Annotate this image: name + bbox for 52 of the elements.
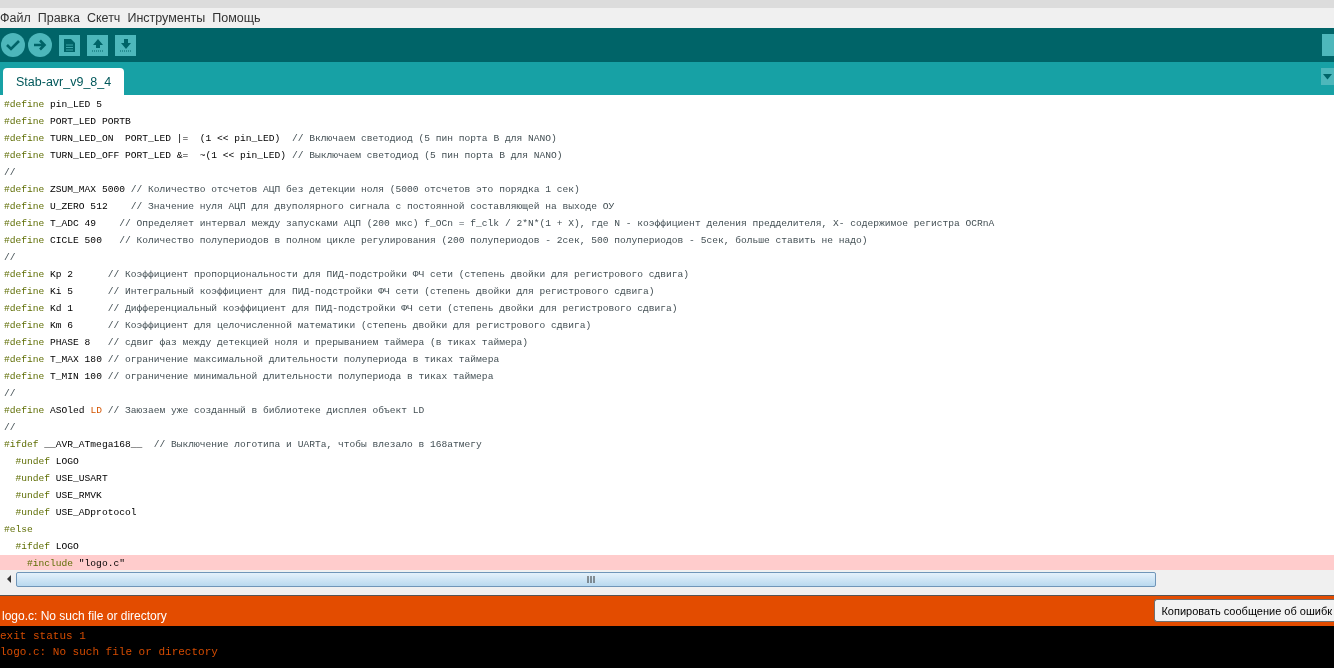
menu-item[interactable]: Правка [37, 11, 85, 25]
code-line: #define PORT_LED PORTB [3, 115, 132, 129]
code-line: #define Km 6 // Коэффициент для целочисленной математики (степень двойки для регистрового сдвига) [3, 319, 593, 333]
new-button[interactable] [59, 34, 80, 56]
tab-menu-button[interactable] [1321, 68, 1334, 85]
code-line: #define ZSUM_MAX 5000 // Количество отсчетов АЦП без детекции ноля (5000 отсчетов это порядка 1 сек) [3, 183, 581, 197]
code-line: #ifdef __AVR_ATmega168__ // Выключение логотипа и UARTa, чтобы влезало в 168атмегу [3, 438, 483, 452]
code-line: #define PHASE 8 // сдвиг фаз между детекцией ноля и прерыванием таймера (в тиках таймера) [3, 336, 529, 350]
code-line: #define ASOled LD // Заюзаем уже созданный в библиотеке дисплея объект LD [3, 404, 426, 418]
file-tab[interactable]: Stab-avr_v9_8_4 [3, 68, 125, 95]
dropdown-triangle-icon [1323, 73, 1332, 80]
menu-item[interactable]: Скетч [86, 11, 126, 25]
save-button[interactable] [115, 34, 136, 56]
code-line: // [3, 387, 17, 401]
code-line: #undef USE_ADprotocol [14, 506, 138, 520]
code-line: #ifdef LOGO [14, 540, 80, 554]
copy-error-button[interactable]: Копировать сообщение об ошибк [1154, 599, 1334, 622]
code-line: #else [3, 523, 34, 537]
code-line: // [3, 251, 17, 265]
down-arrow-icon [118, 38, 133, 52]
right-arrow-icon [33, 39, 47, 51]
code-line: #define TURN_LED_ON PORT_LED |= (1 << pin_LED) // Включаем светодиод (5 пин порта B для NANO) [3, 132, 558, 146]
code-line: #define Ki 5 // Интегральный коэффициент для ПИД-подстройки ФЧ сети (степень двойки для регистрового сдвига) [3, 285, 656, 299]
code-line: #undef USE_RMVK [14, 489, 103, 503]
code-line: #define T_ADC 49 // Определяет интервал между запусками АЦП (200 мкс) f_OCn = f_clk / 2*N*(1 + X), где N - коэффициент деления предделителя, X- содержимое регистра OCRnA [3, 217, 996, 231]
code-line: #define Kp 2 // Коэффициент пропорциональности для ПИД-подстройки ФЧ сети (степень двойки для регистрового сдвига) [3, 268, 691, 282]
menu-item[interactable]: Инструменты [127, 11, 211, 25]
menu-item[interactable]: Файл [0, 11, 36, 25]
code-line: #define T_MIN 100 // ограничение минимальной длительности полупериода в тиках таймера [3, 370, 495, 384]
splitter-bar[interactable] [0, 588, 1334, 596]
code-line: #define Kd 1 // Дифференциальный коэффициент для ПИД-подстройки ФЧ сети (степень двойки для регистрового сдвига) [3, 302, 679, 316]
code-line: #undef LOGO [14, 455, 80, 469]
upload-button[interactable] [28, 33, 52, 57]
menu-item[interactable]: Помощь [212, 11, 266, 25]
code-line: #undef USE_USART [14, 472, 109, 486]
checkmark-icon [6, 39, 20, 51]
horizontal-scrollbar[interactable] [0, 570, 1334, 588]
scroll-thumb[interactable] [16, 571, 1156, 587]
code-line: #define pin_LED 5 [3, 98, 103, 112]
open-button[interactable] [87, 34, 108, 56]
up-arrow-icon [90, 38, 105, 52]
code-line: #define CICLE 500 // Количество полупериодов в полном цикле регулирования (200 полупериодов - 2сек, 500 полупериодов - 5сек, больше ставить не надо) [3, 234, 869, 248]
code-line: // [3, 166, 17, 180]
code-line: #define T_MAX 180 // ограничение максимальной длительности полупериода в тиках таймера [3, 353, 501, 367]
error-message: logo.c: No such file or directory [1, 608, 167, 623]
document-icon [63, 37, 76, 53]
console-line: logo.c: No such file or directory [0, 645, 219, 660]
code-line: // [3, 421, 17, 435]
console-line: exit status 1 [0, 629, 87, 644]
verify-button[interactable] [1, 33, 25, 57]
code-line: #define U_ZERO 512 // Значение нуля АЦП для двуполярного сигнала с постоянной составляющей на выходе ОУ [3, 200, 616, 214]
code-line: #define TURN_LED_OFF PORT_LED &= ~(1 << pin_LED) // Выключаем светодиод (5 пин порта B для NANO) [3, 149, 564, 163]
